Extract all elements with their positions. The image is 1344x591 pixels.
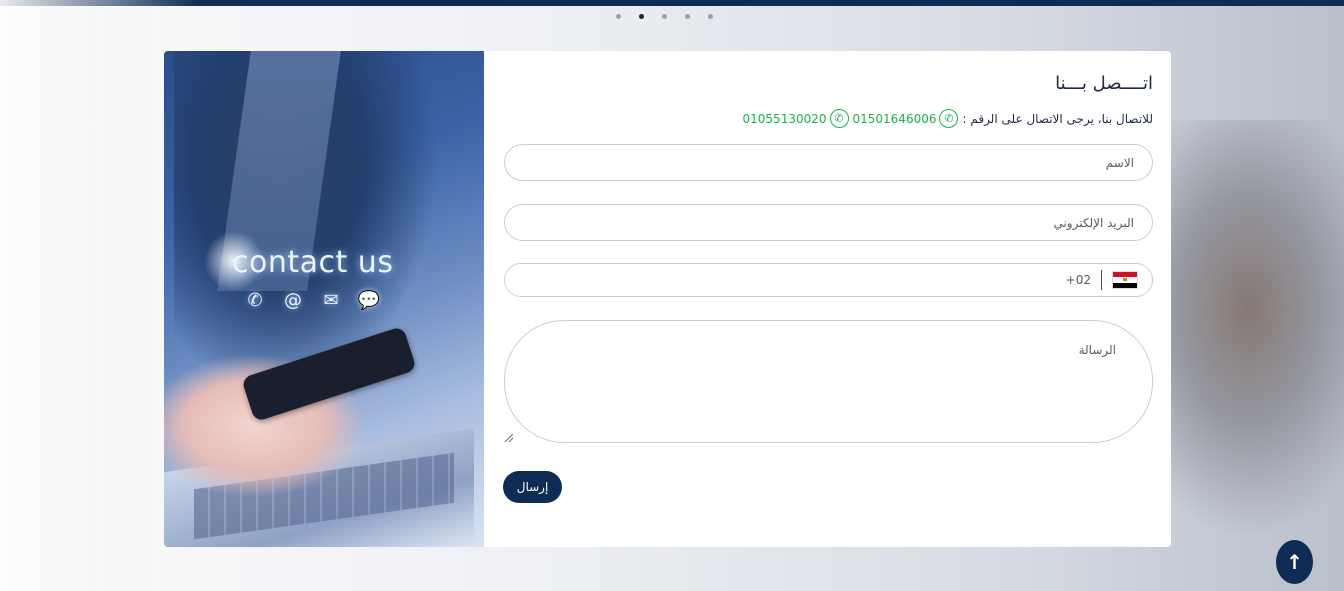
arrow-up-icon: ↑ [1286,550,1303,574]
email-input[interactable] [504,204,1153,241]
phone-input[interactable]: +02 [504,263,1153,297]
contact-form: اتــــصل بـــنا للاتصال بنا، يرجى الاتصا… [503,51,1153,547]
whatsapp-icon: ✆ [829,109,849,128]
contact-card: contact us ✆ @ ✉ 💬 اتــــصل بـــنا للاتص… [164,51,1171,547]
form-title: اتــــصل بـــنا [1055,73,1153,94]
phone-icon: ✆ [247,289,263,311]
top-bar [0,0,1344,6]
carousel-dot-active[interactable] [639,14,644,19]
phone-link-2[interactable]: 01055130020 ✆ [743,109,849,128]
phone-link-1[interactable]: 01501646006 ✆ [853,109,959,128]
message-textarea[interactable] [504,320,1153,443]
carousel-dot[interactable] [708,14,713,19]
chat-icon: 💬 [357,289,381,311]
name-input[interactable] [504,144,1153,181]
envelope-icon: ✉ [323,289,339,311]
photo-icons: ✆ @ ✉ 💬 [240,287,384,313]
egypt-flag-icon[interactable] [1112,271,1138,289]
country-code: +02 [1065,273,1091,287]
at-icon: @ [284,289,302,311]
contact-photo: contact us ✆ @ ✉ 💬 [164,51,484,547]
back-to-top-button[interactable]: ↑ [1276,540,1313,584]
carousel-dot[interactable] [685,14,690,19]
whatsapp-icon: ✆ [939,109,959,128]
carousel-dot[interactable] [662,14,667,19]
carousel-dots [616,14,713,19]
resize-handle-icon[interactable] [505,434,513,442]
photo-caption: contact us [232,245,394,280]
phone-numbers: للاتصال بنا، يرجى الاتصال على الرقم : 01… [743,109,1153,128]
phones-label: للاتصال بنا، يرجى الاتصال على الرقم : [962,111,1153,126]
send-button[interactable]: إرسال [503,471,562,503]
carousel-dot[interactable] [616,14,621,19]
